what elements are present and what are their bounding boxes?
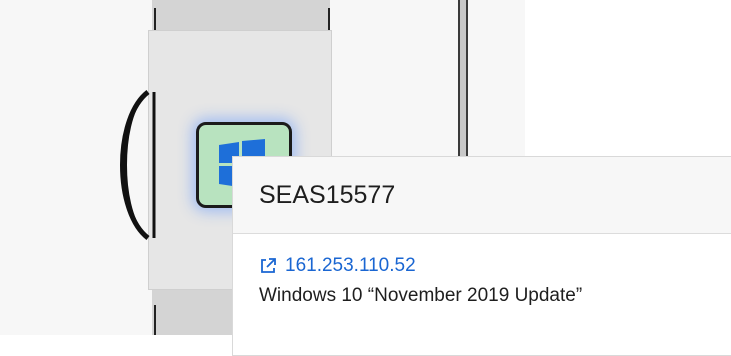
external-link-icon <box>261 258 276 273</box>
bracket-icon <box>120 90 156 240</box>
rack-tick <box>154 8 156 30</box>
rack-top-cap <box>152 0 330 30</box>
node-tooltip: SEAS15577 161.253.110.52 Windows 10 “Nov… <box>232 156 731 356</box>
ip-address-link[interactable]: 161.253.110.52 <box>259 255 715 277</box>
tooltip-hostname: SEAS15577 <box>259 180 396 209</box>
os-version-text: Windows 10 “November 2019 Update” <box>259 285 583 306</box>
ip-address-text: 161.253.110.52 <box>285 255 416 276</box>
tooltip-header: SEAS15577 <box>233 157 731 234</box>
rack-tick <box>328 8 330 30</box>
rack-tick <box>154 305 156 335</box>
tooltip-body: 161.253.110.52 Windows 10 “November 2019… <box>233 234 731 307</box>
